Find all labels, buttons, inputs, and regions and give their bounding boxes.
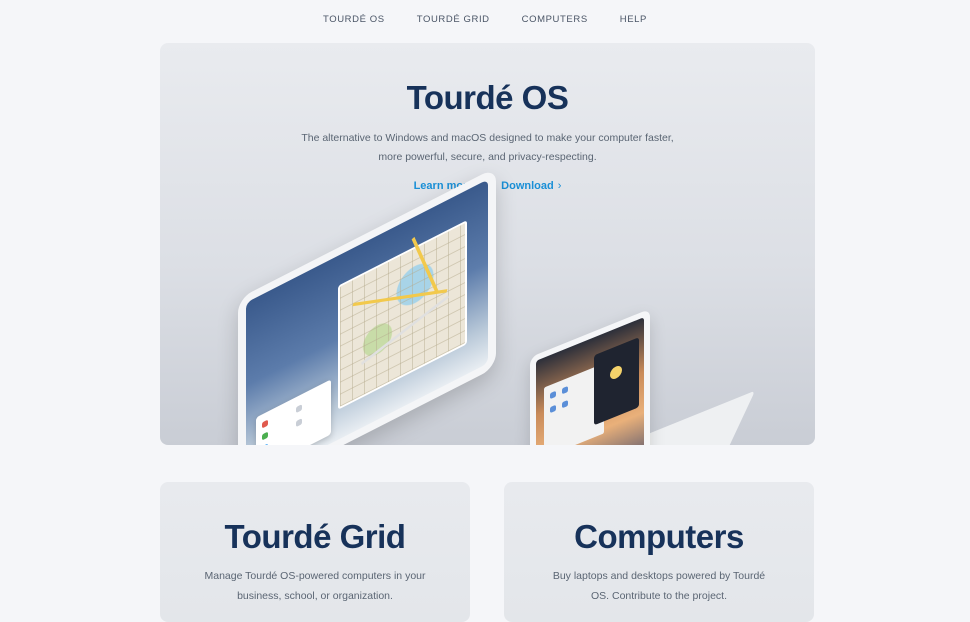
map-road [411,236,439,293]
app-icon [550,404,556,414]
map-road [352,289,448,307]
app-icon [296,404,302,414]
app-icon [262,443,268,445]
map-road [361,295,449,366]
app-icon [562,385,568,395]
laptop-screen [536,317,644,445]
tablet-screen [246,179,488,445]
nav-item-computers[interactable]: COMPUTERS [522,14,588,25]
chevron-right-icon: › [557,180,562,192]
tourde-grid-card: Tourdé Grid Manage Tourdé OS-powered com… [160,482,470,622]
computers-title: Computers [574,518,744,555]
nav-item-help[interactable]: HELP [620,14,647,25]
download-label: Download [501,180,554,192]
hero-description: The alternative to Windows and macOS des… [301,132,674,163]
sun-icon [610,364,622,381]
app-icon [296,418,302,428]
computers-card: Computers Buy laptops and desktops power… [504,482,814,622]
nav-item-tourde-os[interactable]: TOURDÉ OS [323,14,385,25]
laptop-illustration [530,308,650,445]
files-app-window [256,379,331,445]
tourde-grid-description: Manage Tourdé OS-powered computers in yo… [204,570,426,602]
nav-item-tourde-grid[interactable]: TOURDÉ GRID [417,14,490,25]
hero-panel: Tourdé OS The alternative to Windows and… [160,43,815,445]
computers-description: Buy laptops and desktops powered by Tour… [552,570,766,602]
app-icon [262,431,268,441]
app-icon [262,419,268,429]
app-icon [562,399,568,409]
app-icon [550,390,556,400]
tablet-illustration [238,167,496,445]
map-app-window [338,220,467,410]
top-nav: TOURDÉ OS TOURDÉ GRID COMPUTERS HELP [0,0,970,38]
hero-title: Tourdé OS [406,79,569,116]
download-link[interactable]: Download › [501,180,561,192]
laptop-weather-widget [594,337,639,426]
tourde-grid-title: Tourdé Grid [224,518,406,555]
